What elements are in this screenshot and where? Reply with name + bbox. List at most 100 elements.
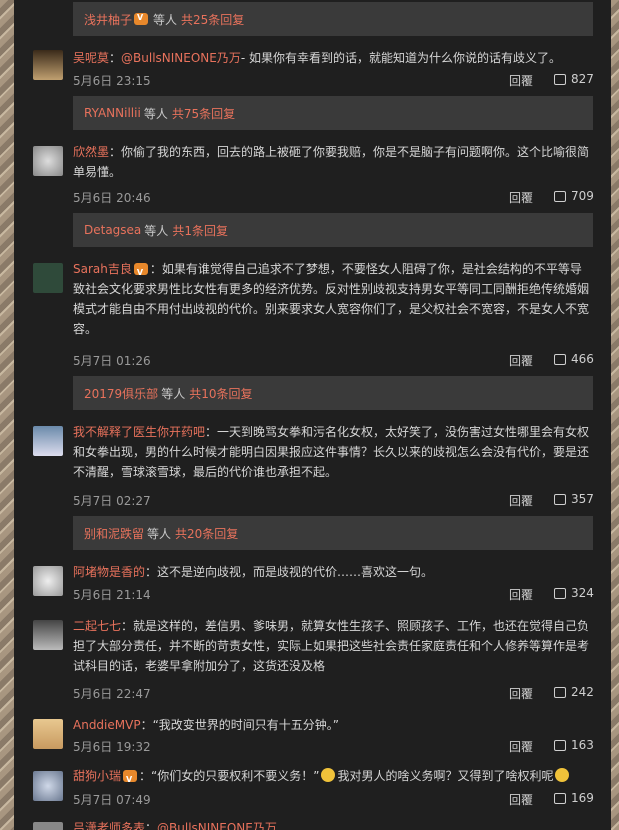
comment-user[interactable]: AnddieMVP	[73, 718, 141, 732]
comment-time: 5月6日 19:32	[73, 740, 151, 754]
reply-others: 等人	[153, 12, 178, 27]
avatar[interactable]	[33, 50, 63, 80]
reply-summary-bar[interactable]: Detagsea 等人 共1条回复	[73, 213, 593, 247]
sleepy-emoji-icon	[321, 768, 336, 782]
reply-button[interactable]: 回覆	[509, 72, 533, 89]
reply-user[interactable]: Detagsea	[84, 223, 141, 237]
emoji-icon	[555, 768, 570, 782]
comment-text: 阿堵物是香的：这不是逆向歧视，而是歧视的代价……喜欢这一句。	[73, 565, 434, 579]
like-button[interactable]: 709	[554, 189, 594, 203]
reply-summary-bar[interactable]: 20179俱乐部 等人 共10条回复	[73, 376, 593, 410]
comments-panel: 浅井柚子等人共25条回复 吴呢莫：@BullsNINEONE乃万- 如果你有幸看…	[14, 0, 611, 830]
comment-time: 5月6日 22:47	[73, 687, 151, 701]
like-count: 242	[571, 685, 594, 699]
comment-body: “我改变世界的时间只有十五分钟。”	[152, 718, 340, 732]
comment-time: 5月7日 02:27	[73, 494, 151, 508]
comment-text: 甜狗小瑞：“你们女的只要权利不要义务！”我对男人的啥义务啊？又得到了啥权利呢	[73, 766, 593, 790]
reply-others: 等人	[147, 526, 172, 541]
like-button[interactable]: 242	[554, 685, 594, 699]
reply-button[interactable]: 回覆	[509, 791, 533, 808]
thumbs-up-icon	[554, 73, 566, 85]
comment-user[interactable]: 二起七七	[73, 619, 121, 633]
like-button[interactable]: 357	[554, 492, 594, 506]
reply-count-link[interactable]: 共10条回复	[189, 385, 252, 402]
like-count: 709	[571, 189, 594, 203]
avatar[interactable]	[33, 719, 63, 749]
comment-text: 吕潇老师多表：@BullsNINEONE乃万	[73, 818, 593, 830]
comment-user[interactable]: 我不解释了医生你开药吧	[73, 425, 205, 439]
like-count: 163	[571, 738, 594, 752]
comment-user[interactable]: 甜狗小瑞	[73, 769, 121, 783]
comment-user[interactable]: 阿堵物是香的	[73, 565, 145, 579]
thumbs-up-icon	[554, 587, 566, 599]
reply-count-link[interactable]: 共1条回复	[172, 222, 228, 239]
thumbs-up-icon	[554, 792, 566, 804]
comment-meta: 5月6日 21:14 回覆 324	[73, 586, 594, 603]
comment-time: 5月6日 23:15	[73, 74, 151, 88]
vip-badge-icon	[133, 263, 148, 283]
avatar[interactable]	[33, 146, 63, 176]
comment-meta: 5月6日 23:15 回覆 827	[73, 72, 594, 89]
reply-others: 等人	[143, 106, 168, 121]
like-count: 169	[571, 791, 594, 805]
comment-text: 我不解释了医生你开药吧：一天到晚骂女拳和污名化女权，太好笑了，没伤害过女性哪里会…	[73, 425, 590, 479]
mention-link[interactable]: @BullsNINEONE乃万	[121, 51, 241, 65]
comment-time: 5月7日 01:26	[73, 354, 151, 368]
comment-time: 5月6日 20:46	[73, 191, 151, 205]
reply-user[interactable]: 20179俱乐部	[84, 385, 158, 402]
reply-button[interactable]: 回覆	[509, 586, 533, 603]
like-count: 466	[571, 352, 594, 366]
avatar[interactable]	[33, 822, 63, 830]
like-button[interactable]: 466	[554, 352, 594, 366]
vip-badge-icon	[134, 13, 149, 25]
like-count: 324	[571, 586, 594, 600]
comment-time: 5月6日 21:14	[73, 588, 151, 602]
reply-button[interactable]: 回覆	[509, 492, 533, 509]
avatar[interactable]	[33, 566, 63, 596]
comment-body: 你偷了我的东西，回去的路上被砸了你要我赔，你是不是脑子有问题啊你。这个比喻很简单…	[73, 145, 590, 179]
like-count: 827	[571, 72, 594, 86]
comment-meta: 5月7日 07:49 回覆 169	[73, 791, 594, 808]
comment-text: 吴呢莫：@BullsNINEONE乃万- 如果你有幸看到的话，就能知道为什么你说…	[73, 51, 562, 65]
reply-count-link[interactable]: 共25条回复	[181, 11, 244, 28]
like-button[interactable]: 163	[554, 738, 594, 752]
reply-button[interactable]: 回覆	[509, 352, 533, 369]
thumbs-up-icon	[554, 493, 566, 505]
comment-text: 欣然墨：你偷了我的东西，回去的路上被砸了你要我赔，你是不是脑子有问题啊你。这个比…	[73, 145, 590, 179]
background-right	[611, 0, 619, 830]
comment-text: Sarah吉良：如果有谁觉得自己追求不了梦想，不要怪女人阻碍了你，是社会结构的不…	[73, 259, 593, 339]
avatar[interactable]	[33, 620, 63, 650]
comment-user[interactable]: Sarah吉良	[73, 262, 132, 276]
reply-user[interactable]: 别和泥跌留	[84, 525, 144, 542]
reply-user[interactable]: RYANNillii	[84, 106, 141, 120]
reply-count-link[interactable]: 共75条回复	[172, 105, 235, 122]
avatar[interactable]	[33, 426, 63, 456]
like-button[interactable]: 169	[554, 791, 594, 805]
comment-meta: 5月6日 20:46 回覆 709	[73, 189, 594, 206]
reply-others: 等人	[144, 223, 169, 238]
reply-button[interactable]: 回覆	[509, 189, 533, 206]
reply-summary-bar[interactable]: RYANNillii 等人 共75条回复	[73, 96, 593, 130]
reply-others: 等人	[161, 386, 186, 401]
avatar[interactable]	[33, 263, 63, 293]
comment-user[interactable]: 吴呢莫	[73, 51, 109, 65]
reply-summary-bar[interactable]: 别和泥跌留 等人 共20条回复	[73, 516, 593, 550]
reply-user[interactable]: 浅井柚子	[84, 11, 132, 28]
comment-meta: 5月7日 02:27 回覆 357	[73, 492, 594, 509]
mention-link[interactable]: @BullsNINEONE乃万	[157, 821, 277, 830]
comment-user[interactable]: 吕潇老师多表	[73, 821, 145, 830]
like-count: 357	[571, 492, 594, 506]
like-button[interactable]: 827	[554, 72, 594, 86]
background-left	[0, 0, 14, 830]
reply-summary-bar[interactable]: 浅井柚子 等人共25条回复	[73, 2, 593, 36]
avatar[interactable]	[33, 771, 63, 801]
comment-body: 这不是逆向歧视，而是歧视的代价……喜欢这一句。	[157, 565, 434, 579]
reply-button[interactable]: 回覆	[509, 685, 533, 702]
comment-body: - 如果你有幸看到的话，就能知道为什么你说的话有歧义了。	[240, 51, 562, 65]
like-button[interactable]: 324	[554, 586, 594, 600]
reply-button[interactable]: 回覆	[509, 738, 533, 755]
reply-count-link[interactable]: 共20条回复	[175, 525, 238, 542]
thumbs-up-icon	[554, 353, 566, 365]
comment-body: “你们女的只要权利不要义务！”	[151, 769, 320, 783]
comment-user[interactable]: 欣然墨	[73, 145, 109, 159]
